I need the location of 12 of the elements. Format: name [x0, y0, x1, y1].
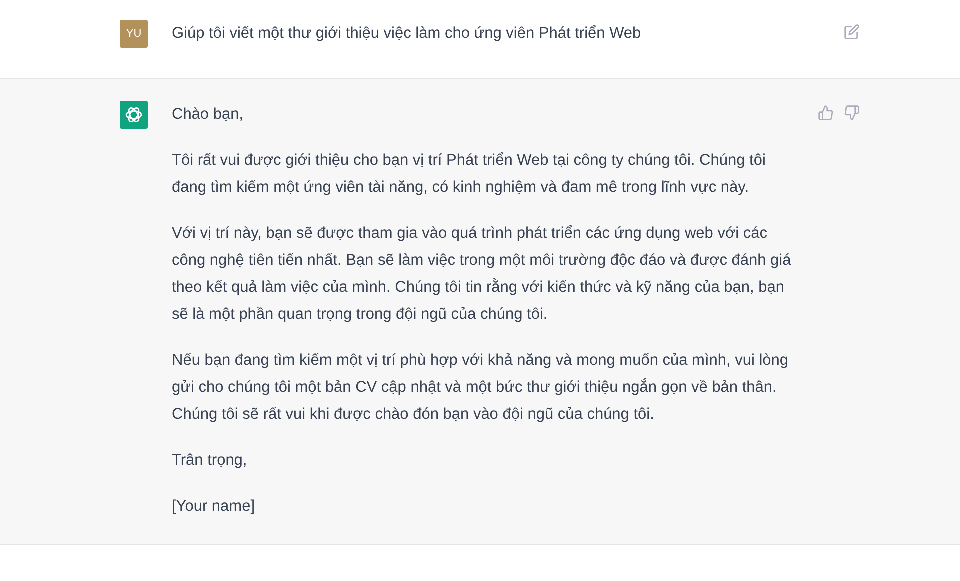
thumbs-down-icon[interactable] — [844, 105, 860, 121]
thumbs-up-icon[interactable] — [818, 105, 834, 121]
response-paragraph: Tôi rất vui được giới thiệu cho bạn vị trí Phát triển Web tại công ty chúng tôi. Chúng tôi đang tìm kiếm một ứng viên tài năng, có kinh nghiệm và đam mê trong lĩnh vực này. — [172, 151, 767, 198]
response-paragraph: [Your name] — [172, 497, 256, 517]
user-avatar: YU — [120, 20, 148, 48]
response-paragraph: Trân trọng, — [172, 451, 248, 471]
logo-icon — [124, 105, 144, 125]
prompt-text: Giúp tôi viết một thư giới thiệu việc làm cho ứng viên Phát triển Web — [172, 24, 642, 44]
response-paragraph: Chào bạn, — [172, 105, 245, 125]
response-paragraph: Nếu bạn đang tìm kiếm một vị trí phù hợp với khả năng và mong muốn của mình, vui lòng gửi cho chúng tôi một bản CV cập nhật và một bức thư giới thiệu ngắn gọn về bản thân. Chúng tôi sẽ rất vui khi được chào đón bạn vào đội ngũ của chúng tôi. — [172, 351, 790, 425]
edit-icon[interactable] — [844, 24, 860, 40]
response-paragraph: Với vị trí này, bạn sẽ được tham gia vào quá trình phát triển các ứng dụng web với các công nghệ tiên tiến nhất. Bạn sẽ làm việc trong một môi trường độc đáo và được đánh giá theo kết quả làm việc của mình. Chúng tôi tin rằng với kiến thức và kỹ năng của bạn, bạn sẽ là một phần quan trọng trong đội ngũ của chúng tôi. — [172, 224, 792, 325]
